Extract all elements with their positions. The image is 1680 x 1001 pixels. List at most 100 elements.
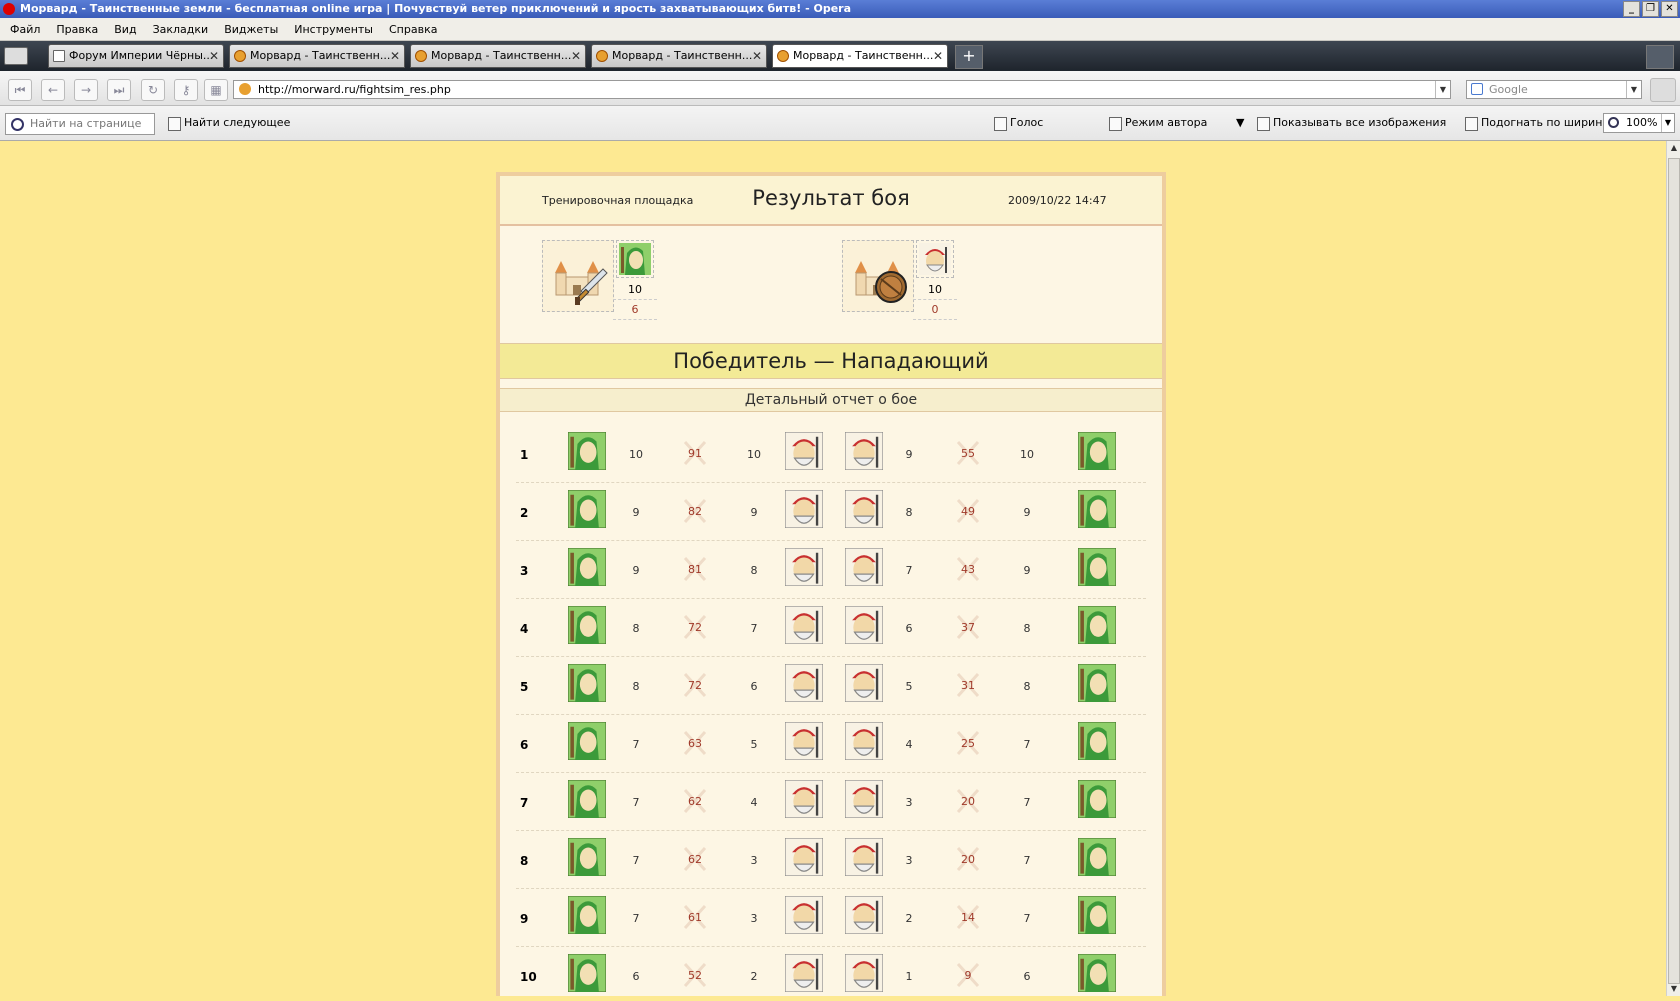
binoculars-icon[interactable] — [1650, 78, 1676, 102]
zoom-select[interactable]: 100% ▼ — [1603, 113, 1675, 133]
zoom-icon — [1608, 117, 1619, 128]
defender-damage: 20 — [948, 844, 988, 874]
dwarf-portrait-icon — [844, 605, 884, 645]
defender-units-after: 3 — [905, 854, 913, 867]
rewind-icon[interactable]: ⏮ — [8, 79, 32, 101]
attacker-units-after: 7 — [1023, 796, 1031, 809]
menu-bookmarks[interactable]: Закладки — [153, 23, 209, 36]
menu-view[interactable]: Вид — [114, 23, 136, 36]
attacker-unit-portrait — [616, 240, 654, 278]
dwarf-portrait-icon — [784, 837, 824, 877]
new-tab-button[interactable]: + — [955, 45, 983, 69]
address-url: http://morward.ru/fightsim_res.php — [258, 83, 451, 96]
vertical-scrollbar[interactable]: ▲ ▼ — [1666, 141, 1680, 996]
attacker-units-after: 9 — [1023, 564, 1031, 577]
battle-result-panel: Тренировочная площадка Результат боя 200… — [496, 172, 1166, 996]
rss-icon[interactable]: ▦ — [204, 79, 228, 101]
defender-count: 10 — [913, 281, 957, 300]
table-row: 4 8 72 7 6 37 8 — [516, 598, 1146, 657]
fast-forward-icon[interactable]: ⏭ — [107, 79, 131, 101]
tab-close-icon[interactable]: ✕ — [209, 45, 219, 67]
attacker-damage-value: 62 — [688, 853, 702, 866]
scroll-thumb[interactable] — [1668, 158, 1680, 984]
close-icon[interactable]: ✕ — [1661, 1, 1678, 17]
fit-width-button[interactable]: Подогнать по ширине — [1463, 106, 1609, 140]
chevron-down-icon[interactable]: ▼ — [1661, 114, 1674, 132]
attacker-units-after: 7 — [1023, 854, 1031, 867]
defender-damage-value: 20 — [961, 795, 975, 808]
attacker-remaining: 6 — [613, 301, 657, 320]
elf-portrait-icon — [567, 489, 607, 529]
round-number: 7 — [520, 796, 529, 810]
tab-morward-3[interactable]: Морвард - Таинственн... ✕ — [591, 44, 767, 68]
menu-tools[interactable]: Инструменты — [294, 23, 373, 36]
closed-tabs-button[interactable] — [1646, 45, 1674, 69]
google-icon — [1471, 83, 1483, 95]
find-input[interactable]: Найти на странице — [5, 113, 155, 135]
menu-help[interactable]: Справка — [389, 23, 437, 36]
tab-label: Морвард - Таинственн... — [793, 49, 934, 62]
tab-close-icon[interactable]: ✕ — [390, 45, 400, 67]
reload-icon[interactable]: ↻ — [141, 79, 165, 101]
defender-unit-portrait — [916, 240, 954, 278]
author-mode-dropdown[interactable]: ▼ — [1236, 106, 1244, 140]
tab-close-icon[interactable]: ✕ — [752, 45, 762, 67]
search-field[interactable]: Google ▼ — [1466, 80, 1642, 99]
defender-units-before: 4 — [750, 796, 758, 809]
menu-file[interactable]: Файл — [10, 23, 40, 36]
attacker-units-after: 9 — [1023, 506, 1031, 519]
defender-damage: 31 — [948, 670, 988, 700]
defender-units-after: 5 — [905, 680, 913, 693]
menu-edit[interactable]: Правка — [56, 23, 98, 36]
table-row: 6 7 63 5 4 25 7 — [516, 714, 1146, 773]
tab-morward-1[interactable]: Морвард - Таинственн... ✕ — [229, 44, 405, 68]
restore-icon[interactable]: ❐ — [1642, 1, 1659, 17]
tab-label: Морвард - Таинственн... — [250, 49, 391, 62]
menu-widgets[interactable]: Виджеты — [224, 23, 278, 36]
round-number: 9 — [520, 912, 529, 926]
minimize-icon[interactable]: _ — [1623, 1, 1640, 17]
dwarf-portrait-icon — [844, 779, 884, 819]
page-icon — [53, 50, 65, 62]
elf-portrait-icon — [1077, 663, 1117, 703]
elf-portrait-icon — [567, 663, 607, 703]
elf-portrait-icon — [1077, 953, 1117, 993]
elf-portrait-icon — [1077, 837, 1117, 877]
tab-morward-active[interactable]: Морвард - Таинственн... ✕ — [772, 44, 948, 68]
chevron-down-icon[interactable]: ▼ — [1435, 81, 1450, 98]
show-images-label: Показывать все изображения — [1273, 116, 1447, 129]
attacker-units-before: 7 — [632, 912, 640, 925]
image-icon — [1257, 117, 1270, 131]
tab-close-icon[interactable]: ✕ — [571, 45, 581, 67]
elf-portrait-icon — [567, 953, 607, 993]
security-icon[interactable]: ⚷ — [174, 79, 198, 101]
attacker-damage: 63 — [675, 728, 715, 758]
forward-icon[interactable]: → — [74, 79, 98, 101]
sword-icon — [575, 268, 608, 305]
show-images-button[interactable]: Показывать все изображения — [1255, 106, 1446, 140]
scroll-up-icon[interactable]: ▲ — [1667, 141, 1680, 155]
chevron-down-icon[interactable]: ▼ — [1626, 81, 1641, 98]
scroll-down-icon[interactable]: ▼ — [1667, 982, 1680, 996]
address-field[interactable]: http://morward.ru/fightsim_res.php ▼ — [233, 80, 1451, 99]
back-icon[interactable]: ← — [41, 79, 65, 101]
tab-close-icon[interactable]: ✕ — [933, 45, 943, 67]
defender-damage-value: 9 — [964, 969, 972, 982]
dwarf-portrait-icon — [844, 431, 884, 471]
voice-button[interactable]: Голос — [992, 106, 1043, 140]
tab-morward-2[interactable]: Морвард - Таинственн... ✕ — [410, 44, 586, 68]
navigation-bar: ⏮ ← → ⏭ ↻ ⚷ ▦ http://morward.ru/fightsim… — [0, 71, 1680, 106]
defender-damage: 37 — [948, 612, 988, 642]
dwarf-portrait-icon — [784, 431, 824, 471]
defender-units-after: 9 — [905, 448, 913, 461]
attacker-damage: 82 — [675, 496, 715, 526]
attacker-damage: 91 — [675, 438, 715, 468]
attacker-units-after: 7 — [1023, 912, 1031, 925]
dwarf-portrait-icon — [784, 663, 824, 703]
panel-toggle-button[interactable] — [4, 47, 28, 65]
tab-forum[interactable]: Форум Империи Чёрны... ✕ — [48, 44, 224, 68]
round-number: 8 — [520, 854, 529, 868]
author-mode-button[interactable]: Режим автора — [1107, 106, 1207, 140]
elf-portrait-icon — [619, 243, 651, 275]
find-next-button[interactable]: Найти следующее — [166, 106, 290, 140]
